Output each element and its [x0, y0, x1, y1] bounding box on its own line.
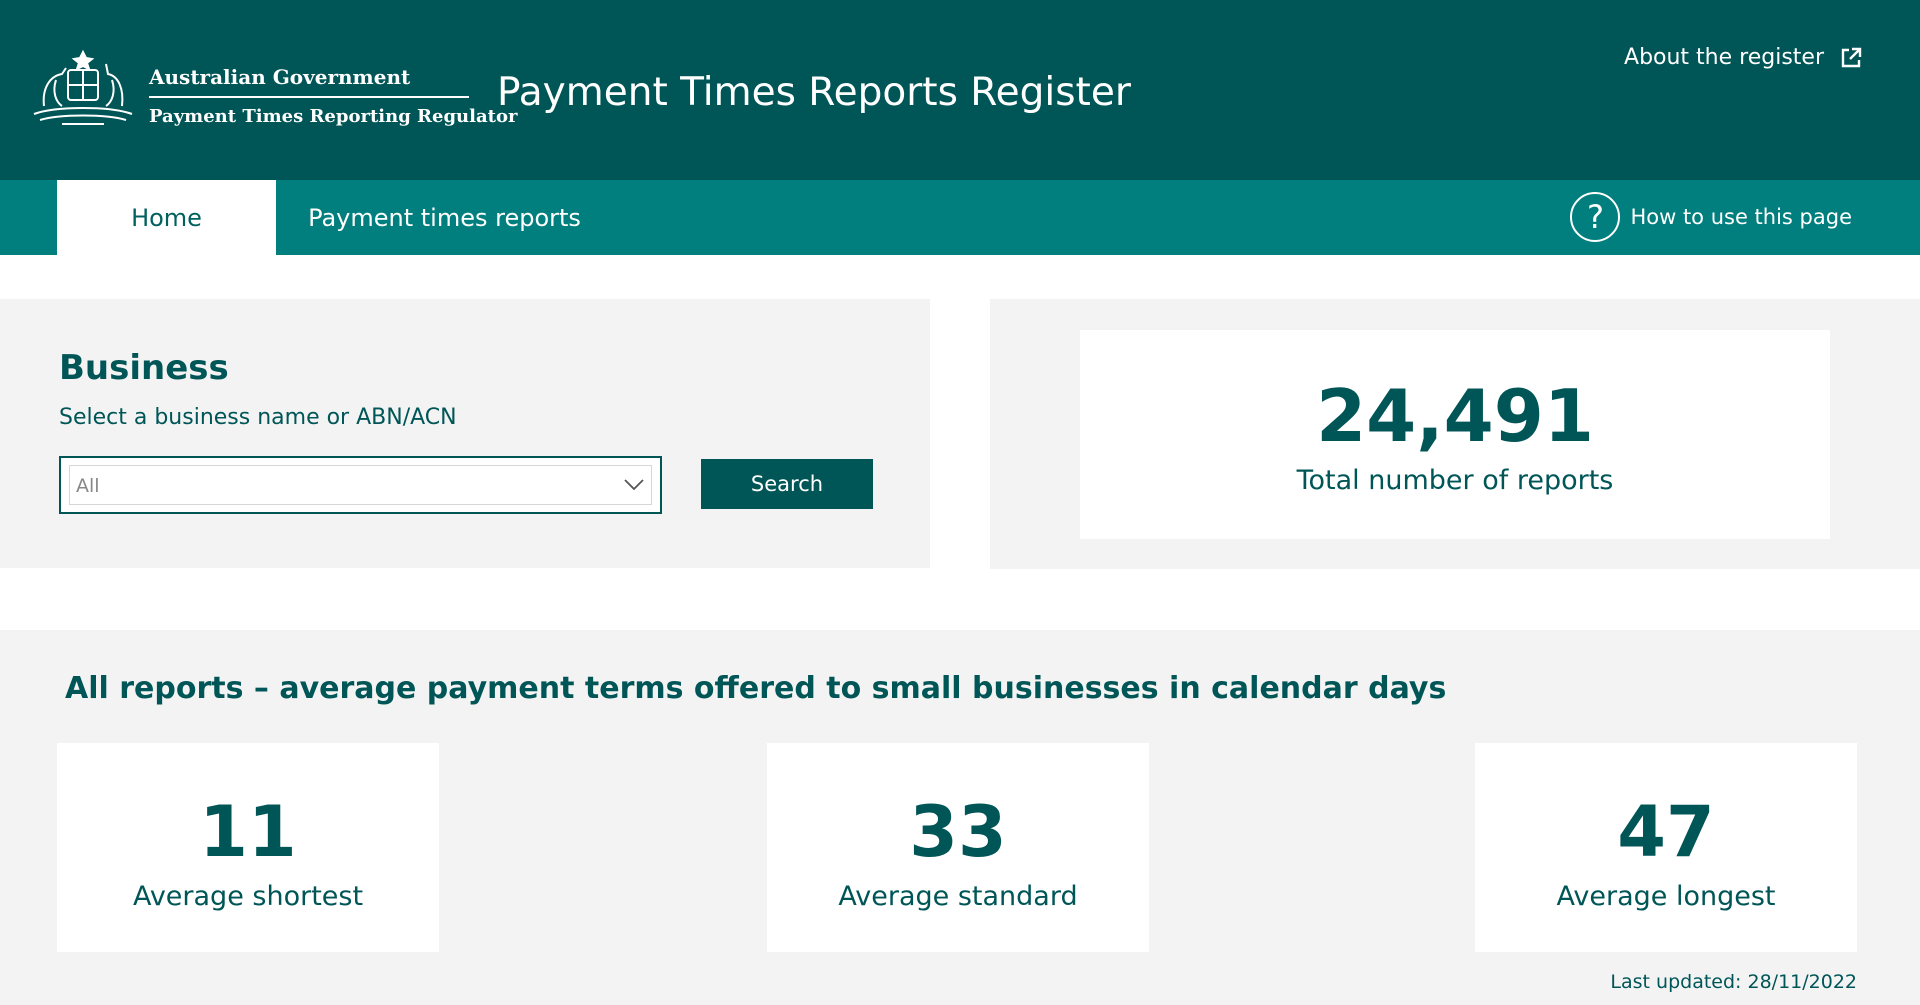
tab-reports-label: Payment times reports: [308, 203, 581, 232]
business-instructions: Select a business name or ABN/ACN: [59, 405, 457, 430]
stat-label: Average longest: [1556, 881, 1776, 912]
select-inner-frame: [69, 465, 652, 505]
about-register-label: About the register: [1624, 45, 1824, 70]
search-button[interactable]: Search: [701, 459, 873, 509]
coat-of-arms-logo: [33, 49, 133, 125]
government-branding: Australian Government Payment Times Repo…: [149, 64, 518, 128]
last-updated: Last updated: 28/11/2022: [1610, 971, 1857, 993]
total-reports-label: Total number of reports: [1296, 465, 1614, 496]
tab-home-label: Home: [131, 203, 202, 232]
total-reports-panel: 24,491 Total number of reports: [990, 299, 1920, 569]
business-select-value: All: [76, 475, 100, 497]
business-select[interactable]: All: [59, 456, 662, 514]
agency-name: Payment Times Reporting Regulator: [149, 106, 518, 127]
chevron-down-icon: [624, 479, 644, 491]
government-name: Australian Government: [149, 64, 469, 98]
business-heading: Business: [59, 348, 229, 388]
business-search-panel: Business Select a business name or ABN/A…: [0, 299, 930, 568]
total-reports-value: 24,491: [1316, 374, 1594, 458]
how-to-use-label: How to use this page: [1630, 205, 1852, 229]
about-register-link[interactable]: About the register: [1624, 45, 1862, 70]
stat-value: 11: [199, 791, 297, 873]
main-navigation: Home Payment times reports ? How to use …: [0, 180, 1920, 255]
payment-terms-panel: All reports – average payment terms offe…: [0, 630, 1920, 1005]
tab-payment-times-reports[interactable]: Payment times reports: [276, 180, 613, 255]
stat-value: 47: [1617, 791, 1715, 873]
stat-card-shortest: 11 Average shortest: [57, 743, 439, 952]
stat-card-longest: 47 Average longest: [1475, 743, 1857, 952]
payment-terms-heading: All reports – average payment terms offe…: [65, 671, 1447, 706]
external-link-icon: [1841, 47, 1862, 67]
total-reports-card: 24,491 Total number of reports: [1080, 330, 1830, 539]
stat-label: Average standard: [838, 881, 1078, 912]
search-button-label: Search: [750, 472, 824, 496]
tab-home[interactable]: Home: [57, 180, 276, 255]
stat-value: 33: [909, 791, 1007, 873]
how-to-use-button[interactable]: ? How to use this page: [1570, 189, 1852, 245]
help-circle-icon: ?: [1570, 192, 1621, 242]
stat-card-standard: 33 Average standard: [767, 743, 1149, 952]
stat-label: Average shortest: [132, 881, 364, 912]
site-header: Australian Government Payment Times Repo…: [0, 0, 1920, 180]
site-title: Payment Times Reports Register: [497, 70, 1131, 115]
